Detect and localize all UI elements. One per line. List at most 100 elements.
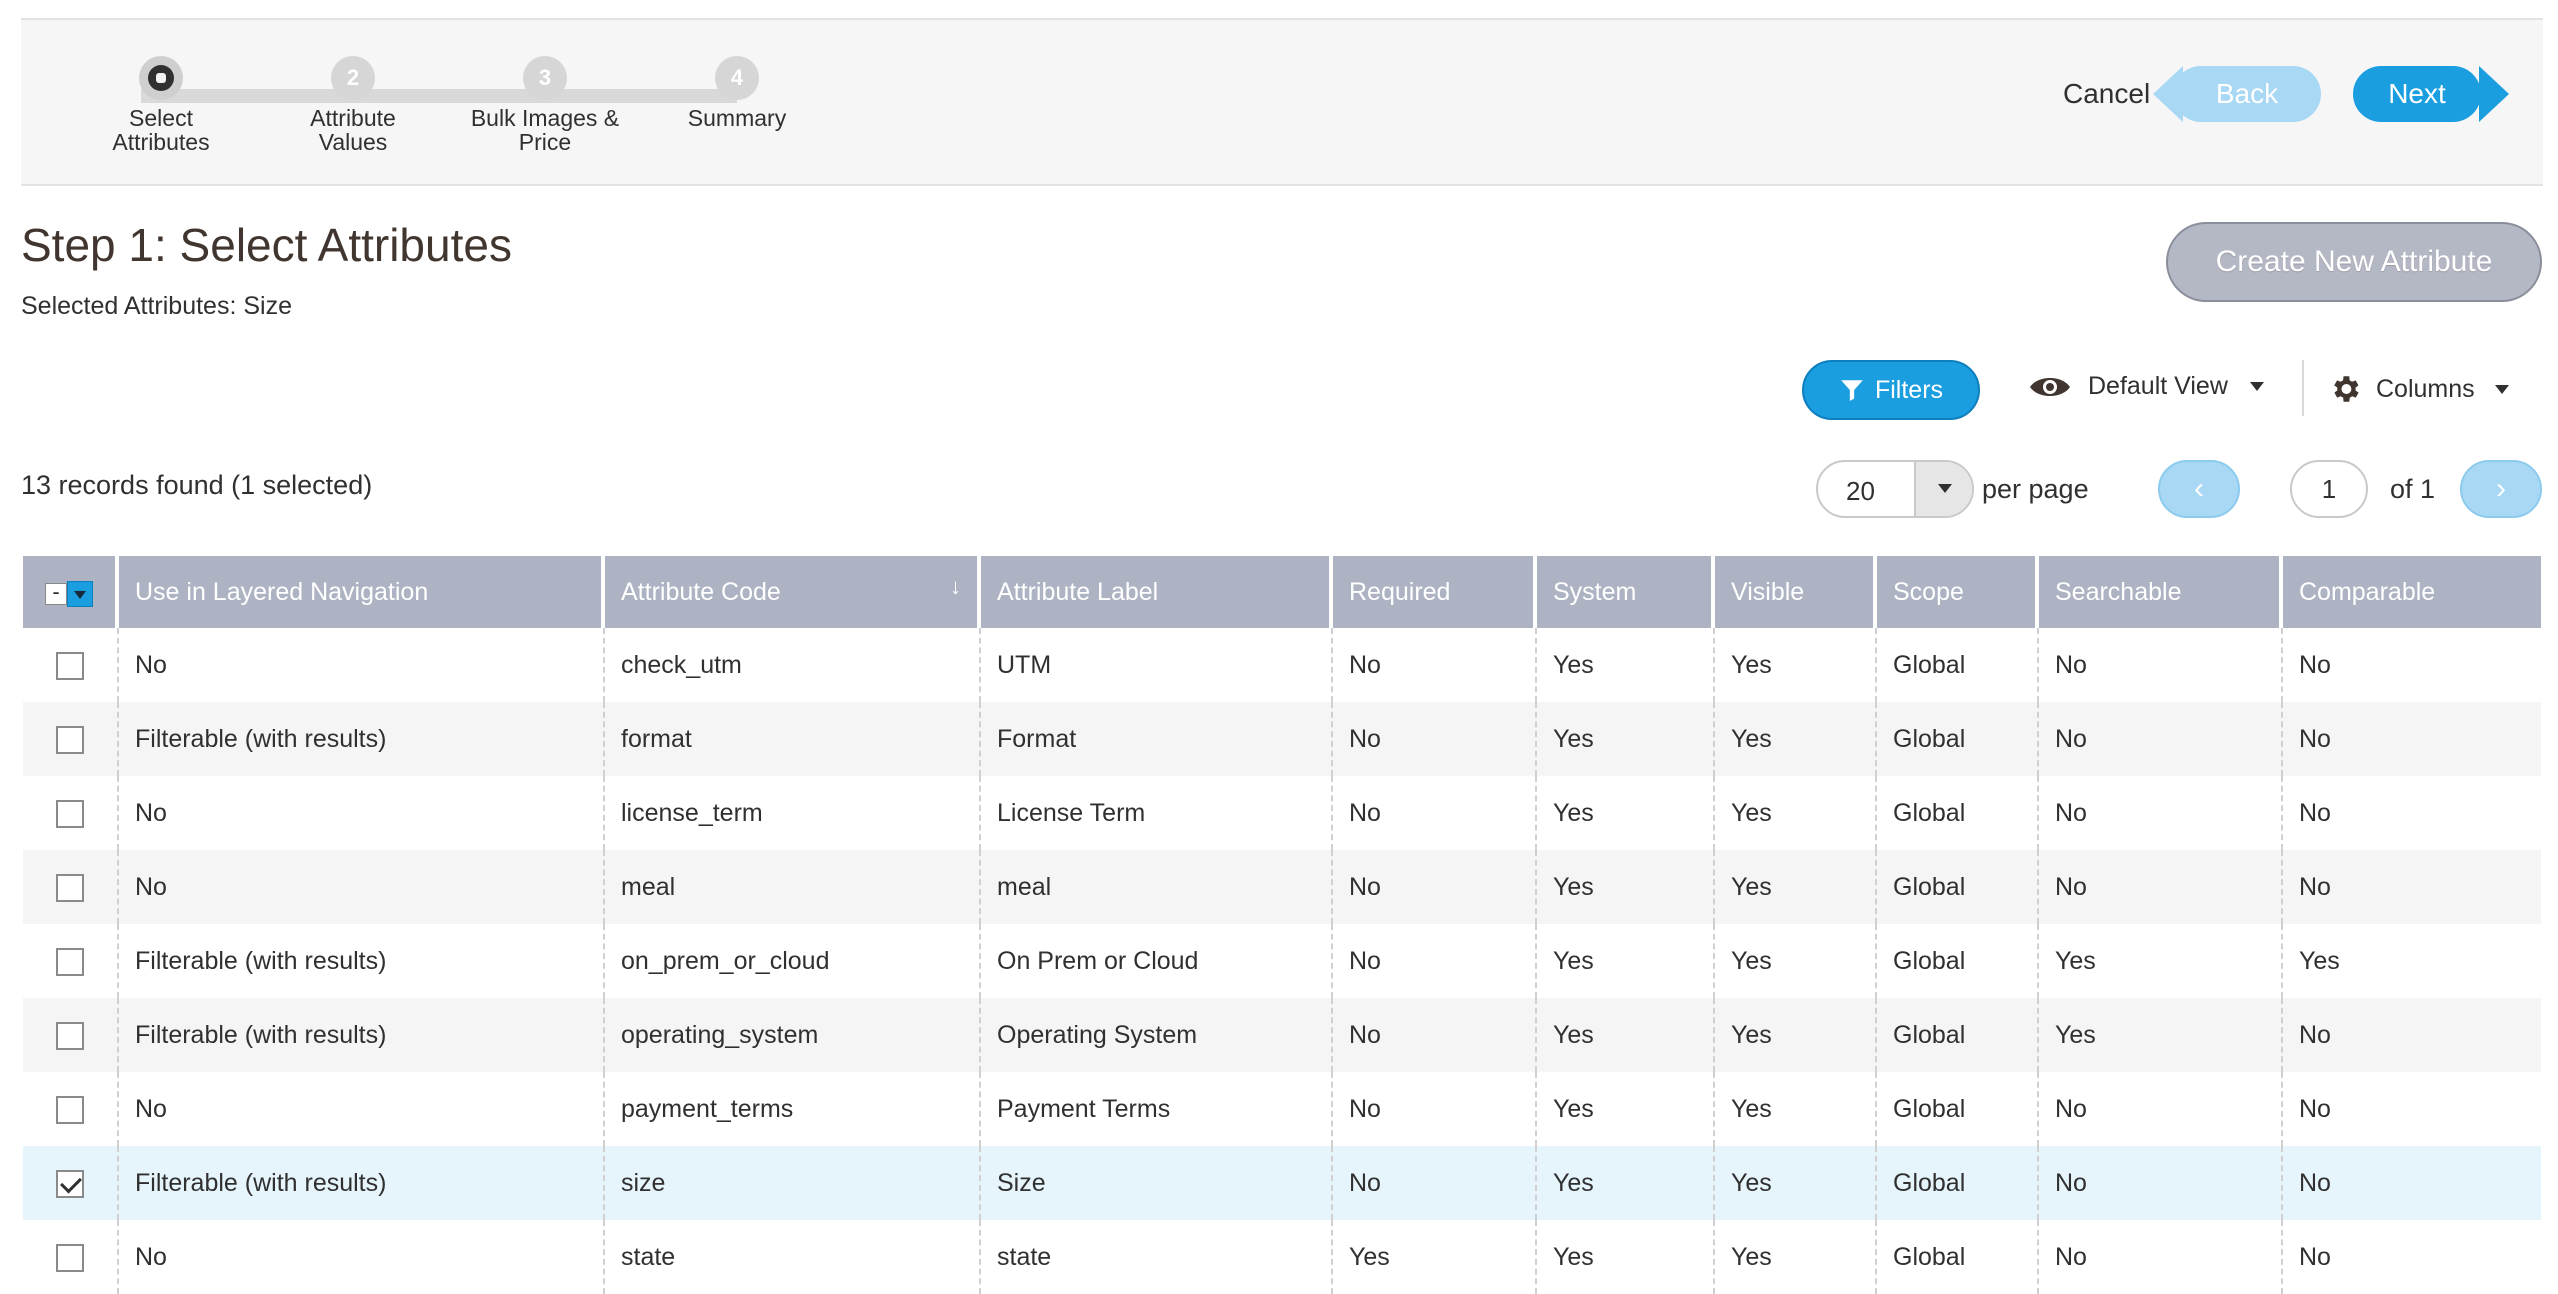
cell-searchable: No xyxy=(2039,1146,2283,1220)
cell-comparable: Yes xyxy=(2283,924,2541,998)
column-header-layered-navigation[interactable]: Use in Layered Navigation xyxy=(119,556,605,628)
cell-scope: Global xyxy=(1877,1072,2039,1146)
view-selector[interactable]: Default View xyxy=(2028,372,2264,401)
records-count: 13 records found (1 selected) xyxy=(21,470,373,500)
chevron-down-icon xyxy=(2249,382,2264,391)
wizard-header: Select Attributes 2 Attribute Values 3 B… xyxy=(21,18,2543,186)
back-button[interactable]: Back xyxy=(2153,66,2321,122)
table-row[interactable]: Filterable (with results) on_prem_or_clou… xyxy=(23,924,2541,998)
row-checkbox[interactable] xyxy=(56,799,84,828)
cell-scope: Global xyxy=(1877,1146,2039,1220)
table-row[interactable]: No state state Yes Yes Yes Global No No xyxy=(23,1220,2541,1294)
cell-system: Yes xyxy=(1537,628,1715,702)
view-label: Default View xyxy=(2088,372,2228,400)
cell-attribute-label: UTM xyxy=(981,628,1333,702)
row-checkbox[interactable] xyxy=(56,1095,84,1124)
next-button[interactable]: Next xyxy=(2353,66,2509,122)
gear-icon xyxy=(2334,376,2359,402)
cell-attribute-label: Format xyxy=(981,702,1333,776)
previous-page-button[interactable]: ‹ xyxy=(2158,460,2240,518)
cell-attribute-label: On Prem or Cloud xyxy=(981,924,1333,998)
grid-body: No check_utm UTM No Yes Yes Global No No Filterab… xyxy=(23,628,2541,1294)
mass-select-control[interactable]: - xyxy=(45,581,93,607)
row-select-cell xyxy=(23,1072,119,1146)
column-header-comparable[interactable]: Comparable xyxy=(2283,556,2541,628)
row-checkbox[interactable] xyxy=(56,1021,84,1050)
row-checkbox[interactable] xyxy=(56,725,84,754)
cell-attribute-label: state xyxy=(981,1220,1333,1294)
filters-button[interactable]: Filters xyxy=(1802,360,1980,420)
cell-attribute-label: Payment Terms xyxy=(981,1072,1333,1146)
cell-system: Yes xyxy=(1537,702,1715,776)
eye-icon xyxy=(2030,377,2070,396)
cell-attribute-label: Size xyxy=(981,1146,1333,1220)
mass-select-dropdown[interactable] xyxy=(67,581,93,607)
cell-attribute-code: check_utm xyxy=(605,628,981,702)
column-header-attribute-label[interactable]: Attribute Label xyxy=(981,556,1333,628)
table-row[interactable]: No check_utm UTM No Yes Yes Global No No xyxy=(23,628,2541,702)
table-row[interactable]: No payment_terms Payment Terms No Yes Yes Glob… xyxy=(23,1072,2541,1146)
table-row[interactable]: Filterable (with results) operating_syste… xyxy=(23,998,2541,1072)
create-new-attribute-button[interactable]: Create New Attribute xyxy=(2166,222,2542,302)
row-checkbox[interactable] xyxy=(56,873,84,902)
cell-required: No xyxy=(1333,1146,1537,1220)
cell-scope: Global xyxy=(1877,628,2039,702)
current-page-input[interactable]: 1 xyxy=(2290,460,2368,518)
cell-scope: Global xyxy=(1877,1220,2039,1294)
grid-header-row: - Use in Layered Navigation Attribute Co… xyxy=(23,556,2541,628)
cell-layered-navigation: No xyxy=(119,1072,605,1146)
cell-layered-navigation: Filterable (with results) xyxy=(119,702,605,776)
column-header-attribute-code[interactable]: Attribute Code ↓ xyxy=(605,556,981,628)
step-select-attributes[interactable]: Select Attributes xyxy=(61,56,261,154)
next-page-button[interactable]: › xyxy=(2460,460,2542,518)
columns-label: Columns xyxy=(2376,374,2475,403)
step-summary[interactable]: 4 Summary xyxy=(637,56,837,130)
row-checkbox[interactable] xyxy=(56,1169,84,1198)
cell-attribute-label: License Term xyxy=(981,776,1333,850)
column-header-scope[interactable]: Scope xyxy=(1877,556,2039,628)
row-select-cell xyxy=(23,776,119,850)
cell-visible: Yes xyxy=(1715,924,1877,998)
step-attribute-values[interactable]: 2 Attribute Values xyxy=(253,56,453,154)
per-page-label: per page xyxy=(1982,474,2089,504)
columns-selector[interactable]: Columns xyxy=(2328,372,2509,406)
row-checkbox[interactable] xyxy=(56,651,84,680)
cell-required: No xyxy=(1333,850,1537,924)
cell-layered-navigation: No xyxy=(119,628,605,702)
cell-comparable: No xyxy=(2283,1220,2541,1294)
cell-comparable: No xyxy=(2283,998,2541,1072)
cell-required: No xyxy=(1333,628,1537,702)
step-current-icon xyxy=(139,56,183,100)
cell-system: Yes xyxy=(1537,776,1715,850)
cell-layered-navigation: Filterable (with results) xyxy=(119,924,605,998)
cell-searchable: No xyxy=(2039,850,2283,924)
per-page-select[interactable]: 20 xyxy=(1816,460,1974,518)
step-bulk-images-price[interactable]: 3 Bulk Images & Price xyxy=(445,56,645,154)
column-header-visible[interactable]: Visible xyxy=(1715,556,1877,628)
cell-attribute-code: payment_terms xyxy=(605,1072,981,1146)
cell-required: No xyxy=(1333,1072,1537,1146)
column-header-required[interactable]: Required xyxy=(1333,556,1537,628)
column-header-searchable[interactable]: Searchable xyxy=(2039,556,2283,628)
per-page-value: 20 xyxy=(1846,476,1875,506)
column-header-system[interactable]: System xyxy=(1537,556,1715,628)
cell-scope: Global xyxy=(1877,702,2039,776)
mass-select-checkbox[interactable]: - xyxy=(45,581,67,605)
cell-attribute-code: operating_system xyxy=(605,998,981,1072)
per-page-dropdown-button[interactable] xyxy=(1914,462,1972,516)
cell-attribute-label: Operating System xyxy=(981,998,1333,1072)
table-row[interactable]: No meal meal No Yes Yes Global No No xyxy=(23,850,2541,924)
row-checkbox[interactable] xyxy=(56,947,84,976)
table-row[interactable]: Filterable (with results) format Format No Y… xyxy=(23,702,2541,776)
attributes-grid: - Use in Layered Navigation Attribute Co… xyxy=(23,556,2541,1294)
cell-attribute-code: format xyxy=(605,702,981,776)
cell-comparable: No xyxy=(2283,628,2541,702)
cell-comparable: No xyxy=(2283,776,2541,850)
step-number: 3 xyxy=(523,56,567,100)
row-checkbox[interactable] xyxy=(56,1243,84,1272)
table-row[interactable]: Filterable (with results) size Size No Yes Ye… xyxy=(23,1146,2541,1220)
cell-attribute-code: license_term xyxy=(605,776,981,850)
cancel-button[interactable]: Cancel xyxy=(2063,78,2150,110)
cell-searchable: Yes xyxy=(2039,998,2283,1072)
table-row[interactable]: No license_term License Term No Yes Yes Global… xyxy=(23,776,2541,850)
